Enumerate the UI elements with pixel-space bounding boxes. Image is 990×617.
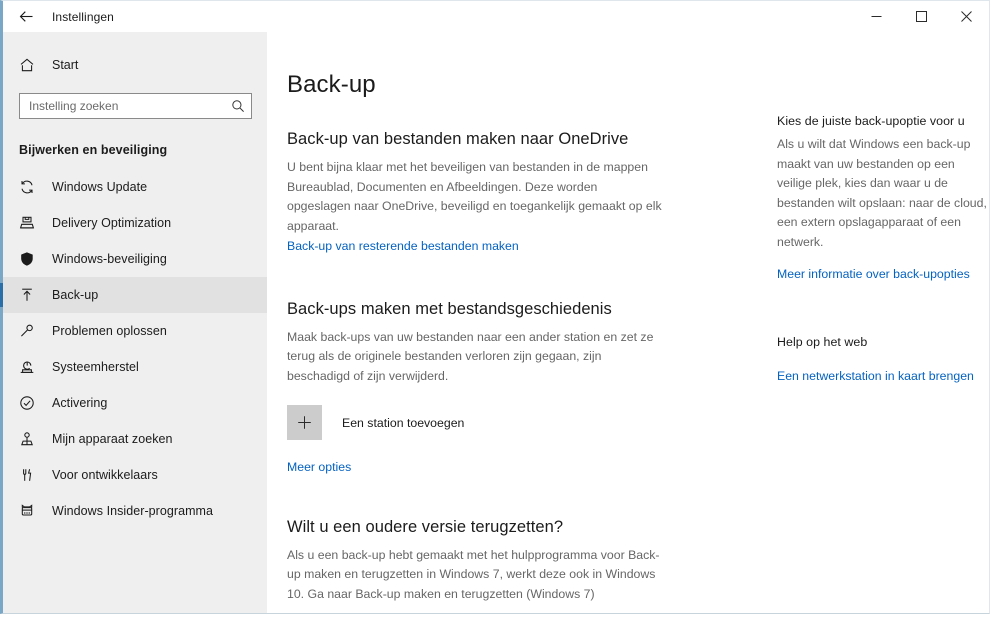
sidebar-item-for-developers[interactable]: Voor ontwikkelaars	[3, 457, 267, 493]
window-content: Start Bijwerken en beveiliging	[0, 32, 989, 613]
sidebar: Start Bijwerken en beveiliging	[0, 32, 267, 613]
sidebar-group-title: Bijwerken en beveiliging	[19, 143, 168, 157]
title-bar: Instellingen	[3, 1, 989, 32]
section-file-history: Back-ups maken met bestandsgeschiedenis …	[287, 300, 749, 478]
window-title: Instellingen	[52, 9, 114, 24]
more-info-backup-options-link[interactable]: Meer informatie over back-upopties	[777, 265, 970, 285]
section-body: Als u een back-up hebt gemaakt met het h…	[287, 547, 660, 601]
more-options-link[interactable]: Meer opties	[287, 458, 351, 478]
settings-window: Instellingen Start Instelling zoeken Bij…	[0, 0, 990, 614]
sidebar-item-label: Activering	[52, 396, 108, 410]
minimize-button[interactable]	[854, 1, 899, 32]
wrench-icon	[19, 323, 45, 339]
sidebar-item-backup[interactable]: Back-up	[0, 277, 267, 313]
sidebar-item-label: Back-up	[52, 288, 99, 302]
insider-ninjacat-icon	[19, 503, 45, 519]
system-restore-icon	[19, 359, 45, 375]
help-sidebar: Kies de juiste back-upoptie voor u Als u…	[749, 32, 987, 613]
plus-icon[interactable]	[287, 405, 322, 440]
map-network-drive-link[interactable]: Een netwerkstation in kaart brengen	[777, 367, 974, 387]
section-onedrive-backup: Back-up van bestanden maken naar OneDriv…	[287, 130, 749, 257]
section-heading: Back-ups maken met bestandsgeschiedenis	[287, 299, 612, 318]
sidebar-item-system-restore[interactable]: Systeemherstel	[3, 349, 267, 385]
sidebar-item-windows-update[interactable]: Windows Update	[3, 169, 267, 205]
sidebar-item-delivery-optimization[interactable]: Delivery Optimization	[3, 205, 267, 241]
page-title: Back-up	[287, 71, 376, 98]
section-heading: Back-up van bestanden maken naar OneDriv…	[287, 130, 629, 148]
help-body: Als u wilt dat Windows een back-up maakt…	[777, 137, 987, 249]
search-icon[interactable]	[225, 99, 251, 113]
check-circle-icon	[19, 395, 45, 411]
main-content: Back-up Back-up van bestanden maken naar…	[267, 32, 989, 613]
sidebar-item-troubleshoot[interactable]: Problemen oplossen	[3, 313, 267, 349]
sidebar-item-label: Delivery Optimization	[52, 216, 172, 230]
web-help-heading: Help op het web	[777, 334, 868, 349]
sidebar-item-label: Windows Insider-programma	[52, 504, 214, 518]
backup-remaining-files-link[interactable]: Back-up van resterende bestanden maken	[287, 237, 519, 257]
help-heading: Kies de juiste back-upoptie voor u	[777, 114, 965, 128]
section-restore-older-version: Wilt u een oudere versie terugzetten? Al…	[287, 518, 749, 605]
close-button[interactable]	[944, 1, 989, 32]
section-body: U bent bijna klaar met het beveiligen va…	[287, 160, 662, 233]
add-drive-button[interactable]: Een station toevoegen	[287, 405, 749, 440]
search-box[interactable]	[19, 93, 252, 119]
shield-icon	[19, 251, 45, 267]
search-input[interactable]	[20, 99, 225, 113]
sidebar-item-label: Windows Update	[52, 180, 148, 194]
sidebar-item-label: Windows-beveiliging	[52, 252, 167, 266]
sidebar-item-home[interactable]: Start	[3, 46, 267, 84]
section-body: Maak back-ups van uw bestanden naar een …	[287, 329, 654, 383]
delivery-box-icon	[19, 215, 45, 231]
sidebar-item-label: Systeemherstel	[52, 360, 139, 374]
sidebar-item-label: Mijn apparaat zoeken	[52, 432, 173, 446]
main-column: Back-up Back-up van bestanden maken naar…	[287, 32, 749, 613]
sidebar-item-windows-security[interactable]: Windows-beveiliging	[3, 241, 267, 277]
sidebar-item-find-my-device[interactable]: Mijn apparaat zoeken	[3, 421, 267, 457]
sidebar-home-label: Start	[52, 58, 79, 72]
back-arrow-icon[interactable]	[3, 1, 49, 32]
sidebar-item-activation[interactable]: Activering	[3, 385, 267, 421]
sidebar-item-windows-insider[interactable]: Windows Insider-programma	[3, 493, 267, 529]
sidebar-item-label: Voor ontwikkelaars	[52, 468, 158, 482]
developer-tools-icon	[19, 467, 45, 483]
sync-icon	[19, 179, 45, 195]
add-drive-label: Een station toevoegen	[342, 415, 465, 430]
titlebar-spacer	[114, 1, 854, 32]
maximize-button[interactable]	[899, 1, 944, 32]
sidebar-nav: Windows Update Delivery Optimization Win…	[0, 169, 267, 529]
home-icon	[19, 57, 45, 73]
upload-arrow-icon	[19, 287, 45, 303]
section-heading: Wilt u een oudere versie terugzetten?	[287, 517, 564, 536]
sidebar-item-label: Problemen oplossen	[52, 324, 167, 338]
search-container	[3, 84, 267, 119]
locate-device-icon	[19, 431, 45, 447]
